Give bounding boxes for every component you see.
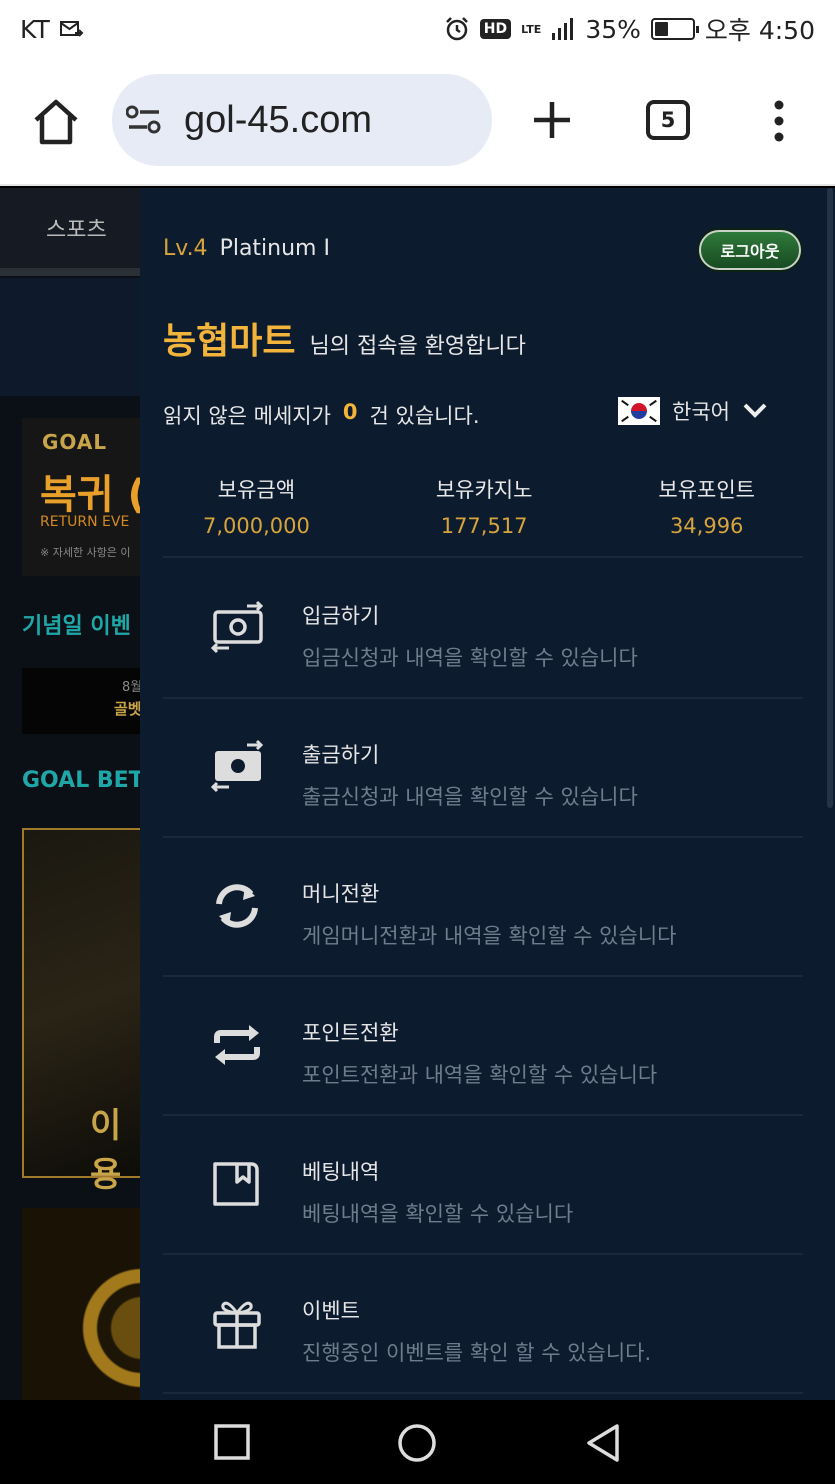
bg-return-event-banner[interactable]: GOAL 복귀 ( RETURN EVE ※ 자세한 사항은 이	[22, 418, 140, 576]
bg-nav-divider	[0, 268, 140, 276]
language-label: 한국어	[672, 400, 730, 424]
menu-title: 출금하기	[302, 743, 380, 767]
balance-label: 보유카지노	[435, 478, 533, 502]
gift-icon	[213, 1301, 261, 1349]
user-name: 농협마트	[163, 321, 296, 362]
bg-promo-banner[interactable]: 이용	[22, 828, 140, 1195]
bookmark-book-icon	[213, 1162, 259, 1206]
menu-description: 입금신청과 내역을 확인할 수 있습니다	[302, 646, 638, 670]
strip-label: 골벳	[114, 700, 140, 718]
menu-item-betting-history[interactable]: 베팅내역 베팅내역을 확인할 수 있습니다	[163, 1116, 803, 1255]
drawer-menu: 입금하기 입금신청과 내역을 확인할 수 있습니다 출금하기 출금신청과 내역을…	[163, 560, 803, 1394]
tier-label: Platinum I	[219, 236, 330, 261]
battery-percent: 35%	[585, 14, 641, 44]
menu-title: 머니전환	[302, 882, 380, 906]
url-text: gol-45.com	[184, 98, 372, 141]
message-suffix: 건 있습니다.	[369, 404, 480, 428]
menu-title: 입금하기	[302, 604, 380, 628]
address-bar[interactable]: gol-45.com	[112, 74, 492, 166]
withdraw-icon	[210, 739, 264, 793]
banner-subtitle: RETURN EVE	[40, 514, 130, 530]
drawer-scrollbar[interactable]	[827, 188, 833, 808]
level-label: Lv.4	[163, 236, 208, 261]
balance-points: 보유포인트 34,996	[658, 474, 755, 538]
menu-description: 게임머니전환과 내역을 확인할 수 있습니다	[302, 924, 677, 948]
balances-row: 보유금액 7,000,000 보유카지노 177,517 보유포인트 34,99…	[163, 474, 803, 538]
korea-flag-icon	[618, 397, 660, 425]
user-drawer: Lv.4 Platinum I 로그아웃 농협마트 님의 접속을 환영합니다 읽…	[140, 188, 835, 1400]
menu-description: 포인트전환과 내역을 확인할 수 있습니다	[302, 1063, 658, 1087]
background-page: 스포츠 GOAL 복귀 ( RETURN EVE ※ 자세한 사항은 이 기념일…	[0, 188, 140, 1400]
back-icon[interactable]	[583, 1422, 623, 1464]
lte-label: LTE	[521, 22, 542, 36]
balance-casino: 보유카지노 177,517	[436, 474, 533, 538]
balance-value: 177,517	[440, 514, 528, 538]
menu-item-withdraw[interactable]: 출금하기 출금신청과 내역을 확인할 수 있습니다	[163, 699, 803, 838]
mail-forward-icon	[59, 21, 84, 37]
home-icon[interactable]	[30, 96, 82, 148]
alarm-icon	[445, 17, 468, 41]
signal-icon	[552, 18, 574, 40]
level-row: Lv.4 Platinum I	[163, 236, 330, 261]
menu-description: 출금신청과 내역을 확인할 수 있습니다	[302, 785, 638, 809]
menu-title: 포인트전환	[302, 1021, 399, 1045]
message-count: 0	[342, 400, 358, 424]
hd-voice-badge: HD	[479, 19, 512, 39]
balance-label: 보유금액	[217, 478, 296, 502]
menu-item-money-exchange[interactable]: 머니전환 게임머니전환과 내역을 확인할 수 있습니다	[163, 838, 803, 977]
site-settings-icon[interactable]	[126, 105, 162, 135]
menu-description: 베팅내역을 확인할 수 있습니다	[302, 1202, 574, 1226]
nav-sports-tab[interactable]: 스포츠	[46, 212, 107, 244]
overflow-menu-icon[interactable]	[770, 100, 788, 142]
welcome-row: 농협마트 님의 접속을 환영합니다	[163, 312, 526, 364]
menu-item-events[interactable]: 이벤트 진행중인 이벤트를 확인 할 수 있습니다.	[163, 1255, 803, 1394]
balance-value: 7,000,000	[203, 514, 310, 538]
language-select[interactable]: 한국어	[618, 396, 768, 426]
balance-label: 보유포인트	[658, 478, 755, 502]
strip-date: 8월	[122, 680, 140, 695]
balance-value: 34,996	[669, 514, 744, 538]
refresh-icon	[216, 884, 258, 928]
bg-top-nav: 스포츠	[0, 188, 140, 268]
balance-divider	[163, 556, 803, 558]
clock: 오후 4:50	[704, 16, 815, 45]
deposit-icon	[210, 600, 264, 654]
menu-description: 진행중인 이벤트를 확인 할 수 있습니다.	[302, 1341, 652, 1365]
bg-header-area	[0, 278, 140, 396]
new-tab-icon[interactable]	[530, 98, 574, 142]
goal-logo: GOAL	[42, 430, 108, 454]
bg-section-anniversary: 기념일 이벤	[22, 614, 131, 639]
balance-money: 보유금액 7,000,000	[203, 474, 310, 538]
swap-icon	[214, 1025, 260, 1065]
message-prefix: 읽지 않은 메세지가	[163, 404, 331, 428]
banner-note: ※ 자세한 사항은 이	[40, 546, 131, 559]
browser-toolbar: gol-45.com 5	[0, 58, 835, 186]
menu-title: 베팅내역	[302, 1160, 380, 1184]
system-nav-bar	[0, 1400, 835, 1484]
promo-text: 이용	[90, 1106, 122, 1195]
menu-item-point-exchange[interactable]: 포인트전환 포인트전환과 내역을 확인할 수 있습니다	[163, 977, 803, 1116]
message-row[interactable]: 읽지 않은 메세지가 0 건 있습니다.	[163, 400, 480, 430]
bg-event-strip[interactable]: 8월 골벳	[22, 668, 140, 734]
menu-item-deposit[interactable]: 입금하기 입금신청과 내역을 확인할 수 있습니다	[163, 560, 803, 699]
welcome-text: 님의 접속을 환영합니다	[309, 334, 526, 359]
status-bar: KT HD LTE 35% 오후 4:50	[0, 0, 835, 58]
carrier-label: KT	[20, 14, 50, 44]
chevron-down-icon	[743, 403, 767, 418]
bg-section-goal-bet: GOAL BET	[22, 768, 140, 793]
battery-icon	[650, 18, 699, 40]
logout-button[interactable]: 로그아웃	[699, 230, 801, 270]
recents-icon[interactable]	[212, 1422, 252, 1462]
home-nav-icon[interactable]	[396, 1422, 438, 1464]
menu-title: 이벤트	[302, 1299, 360, 1323]
banner-title: 복귀 (	[40, 472, 140, 518]
bg-coin-banner	[22, 1208, 140, 1400]
tab-switcher-button[interactable]: 5	[646, 100, 690, 140]
